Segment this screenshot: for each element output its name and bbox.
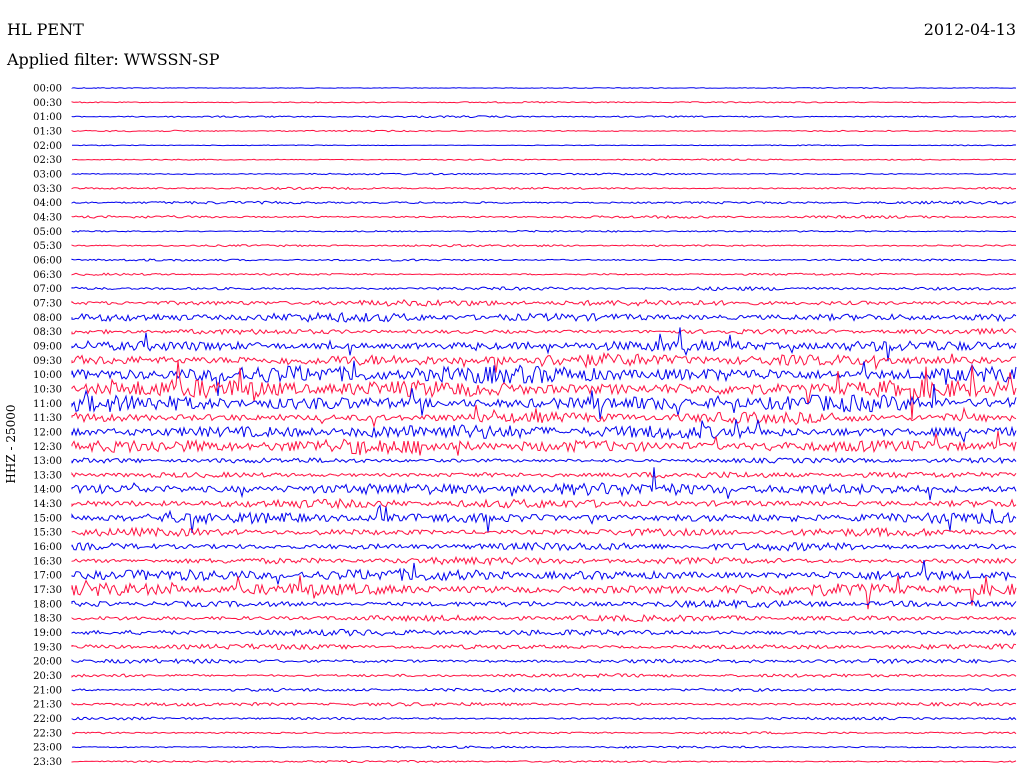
time-label-1330: 13:30 [33,470,62,481]
trace-0230 [71,158,1017,161]
time-label-0430: 04:30 [33,212,62,223]
trace-0000 [71,86,1017,89]
time-label-1230: 12:30 [33,442,62,453]
trace-1300 [71,456,1017,465]
time-label-1630: 16:30 [33,556,62,567]
time-label-1100: 11:00 [33,399,62,410]
time-label-1300: 13:00 [33,456,62,467]
trace-0300 [71,172,1016,176]
time-label-0330: 03:30 [33,184,62,195]
trace-1930 [71,643,1017,651]
trace-1500 [71,504,1017,534]
time-label-0930: 09:30 [33,356,62,367]
time-label-1700: 17:00 [33,571,62,582]
trace-0200 [71,144,1017,147]
time-label-0500: 05:00 [33,227,62,238]
trace-1430 [71,497,1017,510]
trace-1030 [71,360,1017,420]
time-label-0100: 01:00 [33,112,62,123]
trace-0530 [71,243,1017,248]
time-label-2130: 21:30 [33,700,62,711]
trace-2230 [71,731,1017,735]
trace-1700 [71,560,1017,585]
trace-2000 [71,658,1017,665]
trace-0800 [71,311,1017,323]
trace-1830 [71,613,1017,623]
time-label-1530: 15:30 [33,528,62,539]
trace-2100 [71,687,1017,693]
trace-2030 [71,673,1017,679]
trace-1530 [71,526,1017,538]
trace-2300 [71,745,1017,749]
trace-1200 [71,419,1017,444]
trace-1600 [71,541,1017,552]
trace-0330 [71,186,1017,191]
time-label-0300: 03:00 [33,169,62,180]
trace-0930 [71,351,1016,373]
time-label-0700: 07:00 [33,284,62,295]
time-label-1800: 18:00 [33,599,62,610]
trace-0730 [71,298,1017,307]
time-label-0530: 05:30 [33,241,62,252]
time-label-2300: 23:00 [33,743,62,754]
time-label-1730: 17:30 [33,585,62,596]
trace-1900 [71,628,1017,637]
time-label-2000: 20:00 [33,657,62,668]
time-label-2330: 23:30 [33,757,62,768]
trace-2200 [71,716,1017,721]
trace-0100 [71,115,1017,119]
trace-0600 [71,258,1016,262]
time-label-0230: 02:30 [33,155,62,166]
seismogram-plot: 00:00 00:30 01:00 01:30 02:00 02:30 03:00 03:30… [33,84,1017,769]
time-label-0030: 00:30 [33,98,62,109]
trace-1000 [71,360,1017,396]
trace-0500 [71,229,1017,233]
time-label-1430: 14:30 [33,499,62,510]
trace-0830 [71,327,1017,336]
time-label-2030: 20:30 [33,671,62,682]
trace-0430 [71,214,1017,219]
trace-2130 [71,701,1017,707]
trace-0130 [71,129,1017,133]
time-label-1130: 11:30 [33,413,62,424]
time-label-0830: 08:30 [33,327,62,338]
time-label-2230: 22:30 [33,728,62,739]
time-label-1200: 12:00 [33,427,62,438]
time-label-0200: 02:00 [33,141,62,152]
time-label-2200: 22:00 [33,714,62,725]
traces [71,86,1017,764]
time-labels: 00:00 00:30 01:00 01:30 02:00 02:30 03:00 03:30… [33,84,62,769]
trace-1800 [71,598,1017,610]
time-label-1400: 14:00 [33,485,62,496]
time-label-1000: 10:00 [33,370,62,381]
trace-0630 [71,272,1017,277]
time-label-0000: 00:00 [33,84,62,95]
time-label-1900: 19:00 [33,628,62,639]
time-label-1600: 16:00 [33,542,62,553]
trace-0700 [71,285,1017,292]
time-label-0800: 08:00 [33,313,62,324]
time-label-1030: 10:30 [33,384,62,395]
trace-2330 [71,759,1017,764]
trace-1630 [71,555,1017,567]
time-label-0400: 04:00 [33,198,62,209]
time-label-0630: 06:30 [33,270,62,281]
time-label-0130: 01:30 [33,126,62,137]
time-label-0600: 06:00 [33,255,62,266]
trace-0400 [71,200,1017,205]
time-label-1930: 19:30 [33,642,62,653]
time-label-0730: 07:30 [33,298,62,309]
time-label-1500: 15:00 [33,513,62,524]
trace-0030 [71,101,1017,104]
time-label-0900: 09:00 [33,341,62,352]
time-label-2100: 21:00 [33,685,62,696]
trace-1130 [71,404,1017,429]
trace-1230 [71,431,1017,456]
time-label-1830: 18:30 [33,614,62,625]
trace-1330 [71,470,1017,479]
